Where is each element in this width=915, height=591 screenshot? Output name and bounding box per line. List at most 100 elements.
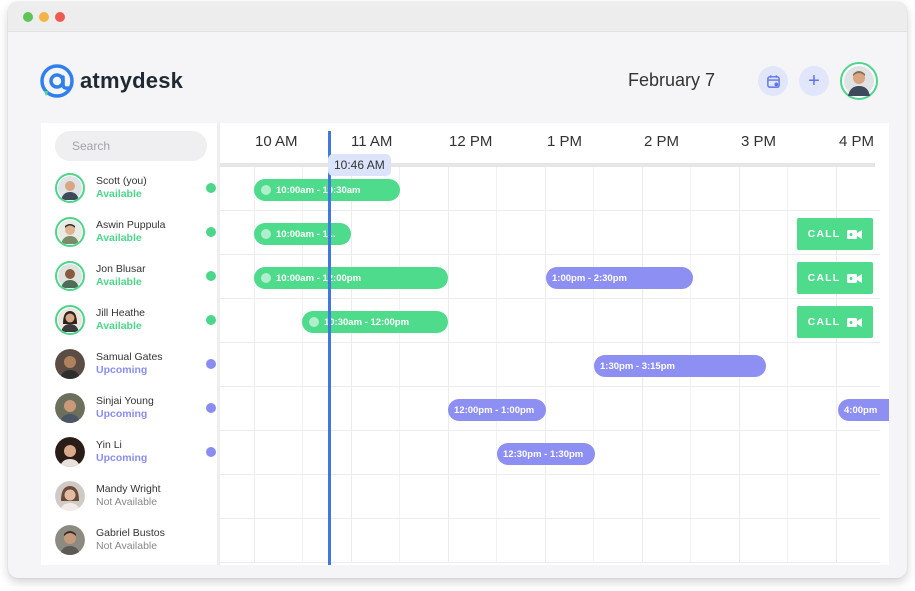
event-time: 12:30pm - 1:30pm — [503, 448, 584, 460]
video-camera-icon — [847, 317, 863, 327]
person-name: Samual Gates — [96, 351, 163, 363]
person-row[interactable]: Aswin Puppula Available — [55, 212, 216, 252]
status-dot — [206, 447, 216, 457]
person-row[interactable]: Yin Li Upcoming — [55, 432, 216, 472]
sidebar-divider — [217, 123, 220, 565]
person-row[interactable]: Jon Blusar Available — [55, 256, 216, 296]
brand-name: atmydesk — [80, 68, 184, 93]
hour-label: 11 AM — [351, 133, 393, 150]
search-input[interactable] — [55, 131, 207, 161]
window-close-button[interactable] — [23, 12, 33, 22]
avatar-image — [844, 66, 874, 96]
person-name: Jill Heathe — [96, 307, 146, 319]
person-row[interactable]: Mandy Wright Not Available — [55, 476, 215, 516]
app-window: atmydesk February 7 + Search 10 AM 11 AM… — [8, 2, 907, 578]
event-block[interactable]: 10:00am - 10:30am — [254, 179, 400, 201]
event-block[interactable]: 1:00pm - 2:30pm — [546, 267, 693, 289]
schedule-panel: 10 AM 11 AM 12 PM 1 PM 2 PM 3 PM 4 PM Sc… — [41, 123, 889, 565]
grid-line — [351, 163, 352, 563]
event-block[interactable]: 12:00pm - 1:00pm — [448, 399, 546, 421]
avatar — [55, 525, 85, 555]
current-time-line[interactable] — [328, 131, 331, 565]
person-status: Not Available — [96, 540, 158, 552]
call-label: CALL — [807, 228, 841, 240]
person-name: Scott (you) — [96, 175, 147, 187]
add-button[interactable]: + — [799, 66, 829, 96]
person-name: Sinjai Young — [96, 395, 154, 407]
person-row[interactable]: Sinjai Young Upcoming — [55, 388, 216, 428]
person-status: Available — [96, 188, 142, 200]
person-row[interactable]: Scott (you) Available — [55, 168, 216, 208]
avatar — [55, 349, 85, 379]
person-name: Gabriel Bustos — [96, 527, 165, 539]
window-minimize-button[interactable] — [39, 12, 49, 22]
status-dot — [206, 183, 216, 193]
grid-line — [399, 163, 400, 563]
hour-label: 2 PM — [644, 133, 680, 150]
event-block[interactable]: 10:00am - 12:00pm — [254, 267, 448, 289]
person-name: Aswin Puppula — [96, 219, 166, 231]
person-name: Mandy Wright — [96, 483, 161, 495]
person-row[interactable]: Jill Heathe Available — [55, 300, 216, 340]
video-camera-icon — [847, 229, 863, 239]
person-status: Upcoming — [96, 408, 148, 420]
person-status: Upcoming — [96, 364, 148, 376]
event-dot — [261, 273, 271, 283]
event-time: 10:00am - 10:30am — [276, 184, 361, 196]
person-status: Available — [96, 320, 142, 332]
row-divider — [220, 518, 880, 519]
event-time: 1:00pm - 2:30pm — [552, 272, 627, 284]
person-row[interactable]: Gabriel Bustos Not Available — [55, 520, 215, 560]
event-time: 10:00am - 12:00pm — [276, 272, 362, 284]
status-dot — [206, 227, 216, 237]
hour-label: 1 PM — [547, 133, 583, 150]
brand-logo[interactable]: atmydesk — [40, 64, 183, 98]
person-status: Available — [96, 232, 142, 244]
event-time: 1:30pm - 3:15pm — [600, 360, 675, 372]
event-time: 10:00am - 1... — [276, 228, 336, 240]
grid-line — [545, 163, 546, 563]
status-dot — [206, 403, 216, 413]
event-block[interactable]: 4:00pm — [838, 399, 889, 421]
event-time: 4:00pm — [844, 404, 878, 416]
event-block[interactable]: 10:00am - 1... — [254, 223, 351, 245]
event-block[interactable]: 1:30pm - 3:15pm — [594, 355, 766, 377]
person-name: Jon Blusar — [96, 263, 146, 275]
avatar — [55, 261, 85, 291]
person-status: Upcoming — [96, 452, 148, 464]
hour-labels: 10 AM 11 AM 12 PM 1 PM 2 PM 3 PM 4 PM — [246, 133, 886, 155]
event-dot — [261, 185, 271, 195]
person-row[interactable]: Samual Gates Upcoming — [55, 344, 216, 384]
user-avatar[interactable] — [840, 62, 878, 100]
event-block[interactable]: 10:30am - 12:00pm — [302, 311, 448, 333]
timeline-header-rule — [220, 163, 875, 167]
call-label: CALL — [807, 316, 841, 328]
avatar — [55, 173, 85, 203]
row-divider — [220, 210, 880, 211]
row-divider — [220, 430, 880, 431]
avatar — [55, 393, 85, 423]
avatar — [55, 217, 85, 247]
row-divider — [220, 254, 880, 255]
current-date: February 7 — [628, 70, 716, 90]
event-block[interactable]: 12:30pm - 1:30pm — [497, 443, 595, 465]
grid-line — [254, 163, 255, 563]
status-dot — [206, 271, 216, 281]
hour-label: 3 PM — [741, 133, 777, 150]
at-sign-icon — [40, 64, 74, 98]
plus-icon: + — [808, 70, 820, 92]
call-button[interactable]: CALL — [797, 218, 873, 250]
event-time: 10:30am - 12:00pm — [324, 316, 410, 328]
avatar — [55, 305, 85, 335]
video-camera-icon — [847, 273, 863, 283]
calendar-button[interactable] — [758, 66, 788, 96]
status-dot — [206, 315, 216, 325]
avatar — [55, 481, 85, 511]
call-button[interactable]: CALL — [797, 306, 873, 338]
call-button[interactable]: CALL — [797, 262, 873, 294]
hour-label: 4 PM — [839, 133, 875, 150]
hour-label: 10 AM — [255, 133, 298, 150]
avatar — [55, 437, 85, 467]
window-maximize-button[interactable] — [55, 12, 65, 22]
status-dot — [206, 359, 216, 369]
